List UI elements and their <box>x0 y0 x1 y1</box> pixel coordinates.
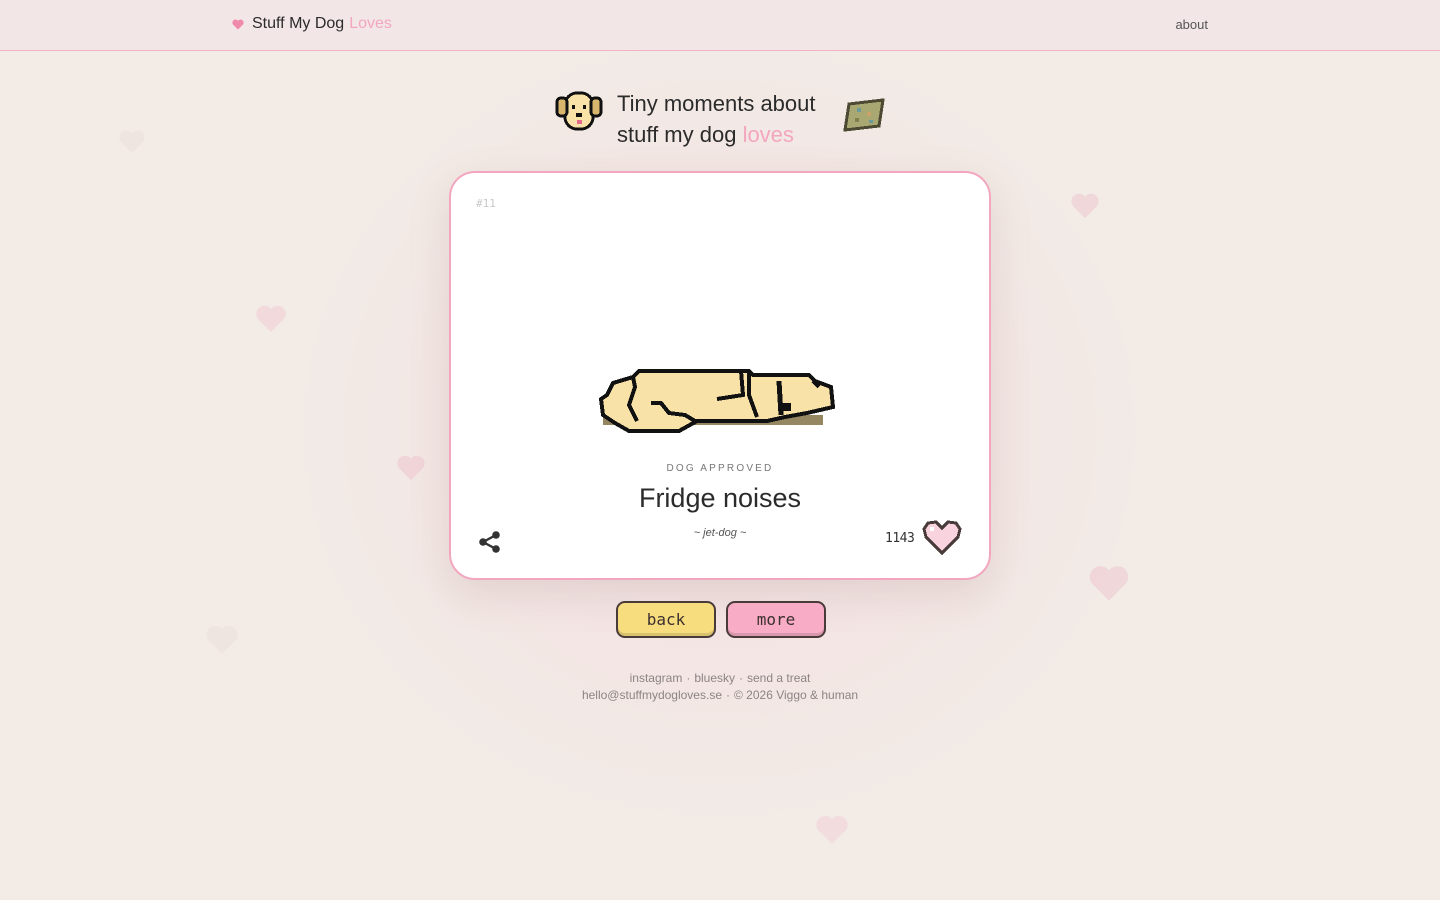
card-title: Fridge noises <box>638 483 802 513</box>
instagram-link[interactable]: instagram <box>630 671 683 685</box>
background-heart-icon <box>256 305 286 332</box>
send-treat-link[interactable]: send a treat <box>747 671 810 685</box>
hero-line-2: stuff my dog loves <box>617 119 816 150</box>
footer-separator: · <box>726 688 730 702</box>
back-button[interactable]: back <box>616 601 716 638</box>
pixel-treat-icon <box>843 98 885 132</box>
pixel-dog-face-icon <box>555 91 603 131</box>
footer-credits: hello@stuffmydogloves.se · © 2026 Viggo & … <box>0 687 1440 704</box>
pixel-heart-icon[interactable] <box>922 520 962 556</box>
bluesky-link[interactable]: bluesky <box>694 671 735 685</box>
about-link[interactable]: about <box>1175 17 1208 32</box>
background-heart-icon <box>206 625 238 654</box>
hero-tagline: Tiny moments about stuff my dog loves <box>617 88 816 150</box>
hero: Tiny moments about stuff my dog loves <box>0 88 1440 152</box>
share-icon[interactable] <box>477 529 503 555</box>
email-link[interactable]: hello@stuffmydogloves.se <box>582 688 722 702</box>
background-heart-icon <box>397 455 425 481</box>
brand-name: Stuff My Dog <box>252 15 345 32</box>
site-footer: instagram · bluesky · send a treat hello@stu… <box>0 670 1440 704</box>
hero-accent: loves <box>742 122 794 147</box>
pixel-sleeping-dog-icon <box>599 369 836 433</box>
heart-icon <box>232 19 244 29</box>
copyright: © 2026 Viggo & human <box>734 688 859 702</box>
card-number: #11 <box>476 197 496 210</box>
moment-card: #11 DOG APPROVED Fridge noises ~ jet-dog… <box>449 171 991 580</box>
background-heart-icon <box>1071 193 1099 219</box>
footer-separator: · <box>739 671 743 685</box>
hero-line-2-text: stuff my dog <box>617 122 737 147</box>
site-header: Stuff My Dog Loves about <box>0 0 1440 51</box>
background-heart-icon <box>1089 566 1129 601</box>
like-count: 1143 <box>885 531 915 546</box>
site-logo[interactable]: Stuff My Dog Loves <box>232 15 392 33</box>
background-heart-icon <box>816 815 848 844</box>
card-tag: DOG APPROVED <box>666 463 774 474</box>
footer-separator: · <box>686 671 691 685</box>
footer-links: instagram · bluesky · send a treat <box>0 670 1440 687</box>
hero-line-1: Tiny moments about <box>617 91 816 116</box>
brand-accent: Loves <box>349 15 392 32</box>
more-button[interactable]: more <box>726 601 826 638</box>
